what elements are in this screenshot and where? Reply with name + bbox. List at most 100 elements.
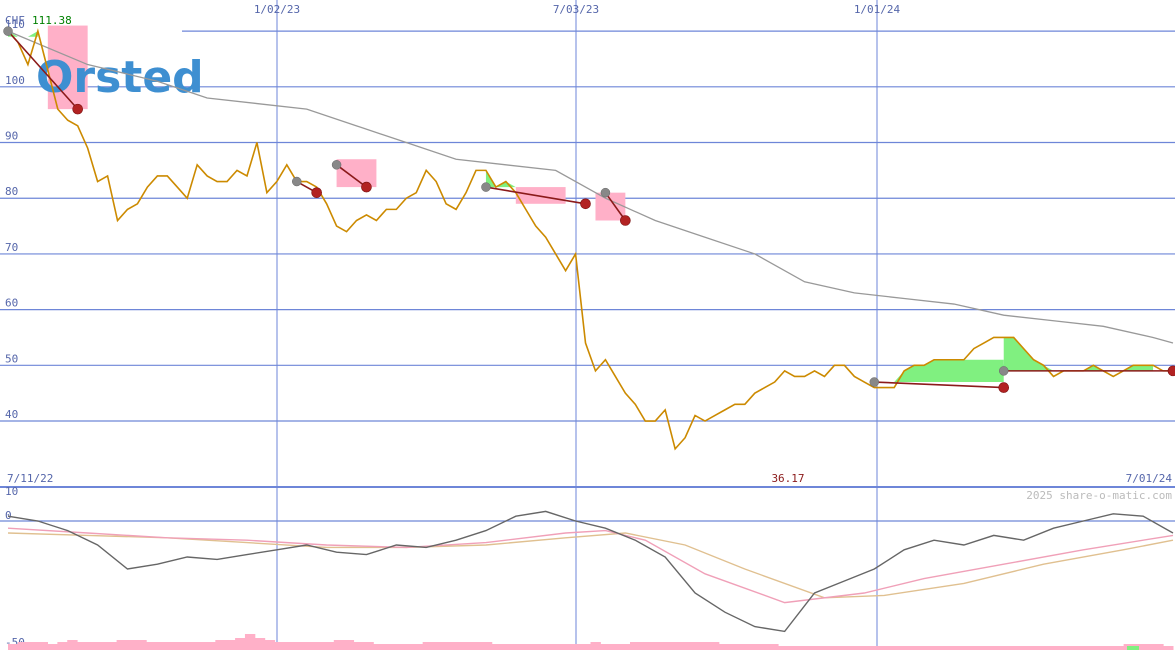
- volume-bar: [659, 642, 670, 650]
- volume-bar: [649, 642, 661, 650]
- volume-bar: [580, 644, 591, 650]
- trend-end-marker: [620, 215, 631, 226]
- volume-bar: [847, 646, 858, 650]
- volume-bar: [521, 644, 532, 650]
- volume-bar: [432, 642, 443, 650]
- volume-bar: [610, 644, 621, 650]
- volume-bar: [491, 644, 503, 650]
- volume-bar: [116, 640, 127, 650]
- volume-bar: [689, 642, 700, 650]
- volume-bar: [866, 646, 878, 650]
- volume-bar: [481, 642, 493, 650]
- trend-end-marker: [580, 198, 591, 210]
- volume-bar: [215, 640, 226, 650]
- volume-bar: [57, 642, 68, 650]
- volume-bar: [1153, 644, 1164, 650]
- volume-bar: [126, 640, 137, 650]
- volume-bar: [136, 640, 147, 650]
- trend-line: [874, 381, 1004, 389]
- volume-bar: [462, 642, 473, 650]
- volume-bar: [1015, 646, 1026, 650]
- volume-bar: [728, 644, 740, 650]
- volume-bar: [1024, 646, 1036, 650]
- osc-tick-label: 0: [5, 509, 12, 522]
- trend-start-marker: [331, 160, 342, 170]
- volume-bar: [96, 642, 108, 650]
- volume-bar: [669, 642, 680, 650]
- volume-bar: [787, 646, 799, 650]
- volume-bar: [1064, 646, 1075, 650]
- volume-bar: [77, 642, 88, 650]
- y-tick-label: 70: [5, 241, 18, 254]
- trend-end-marker: [998, 382, 1010, 393]
- volume-bar: [442, 642, 453, 650]
- volume-bar: [718, 644, 730, 650]
- volume-bar: [511, 644, 522, 650]
- volume-bar: [175, 642, 187, 650]
- volume-bar: [995, 646, 1006, 650]
- currency-label: CHF: [5, 14, 25, 27]
- volume-bar: [67, 640, 78, 650]
- volume-bar: [412, 644, 424, 650]
- x-tick-label: 1/02/23: [254, 3, 300, 16]
- volume-bar: [827, 646, 838, 650]
- volume-bar: [333, 640, 345, 650]
- volume-bar: [817, 646, 828, 650]
- osc-tick-label: 10: [5, 485, 18, 498]
- volume-bar: [896, 646, 907, 650]
- low-value-label: 36.17: [771, 472, 804, 485]
- volume-bar: [393, 644, 404, 650]
- volume-bar: [1094, 646, 1105, 650]
- volume-bar: [1113, 646, 1125, 650]
- volume-bar: [422, 642, 434, 650]
- logo-wordmark: Orsted: [36, 52, 204, 103]
- volume-bar: [975, 646, 986, 650]
- volume-bar: [679, 642, 690, 650]
- volume-bar: [402, 644, 414, 650]
- volume-bar: [235, 638, 246, 650]
- y-tick-label: 60: [5, 297, 18, 310]
- volume-bar: [886, 646, 898, 650]
- volume-bar: [314, 642, 325, 650]
- volume-bar: [106, 642, 118, 650]
- volume-bar: [738, 644, 749, 650]
- volume-bar: [205, 642, 216, 650]
- volume-bar: [343, 640, 355, 650]
- loss-zone: [336, 159, 377, 188]
- volume-bar: [945, 646, 957, 650]
- x-tick-label: 1/01/24: [854, 3, 901, 16]
- volume-bar: [1054, 646, 1065, 650]
- trend-end-marker: [1167, 365, 1175, 377]
- volume-bar: [27, 642, 39, 650]
- volume-bar: [560, 644, 572, 650]
- volume-bar: [195, 642, 206, 650]
- credit-label: 2025 share-o-matic.com: [1026, 489, 1172, 502]
- volume-bar: [373, 644, 384, 650]
- range-start-label: 7/11/22: [7, 472, 53, 485]
- y-tick-label: 50: [5, 352, 18, 365]
- volume-bar: [264, 640, 276, 650]
- volume-bar: [1044, 646, 1056, 650]
- volume-bar: [304, 642, 315, 650]
- trend-start-marker: [600, 187, 611, 198]
- volume-bar: [363, 642, 374, 650]
- loss-zone: [515, 187, 566, 204]
- volume-bar: [294, 642, 305, 650]
- volume-bar: [1163, 646, 1174, 650]
- volume-bar: [906, 646, 917, 650]
- volume-bar: [17, 642, 29, 650]
- y-tick-label: 90: [5, 130, 18, 143]
- volume-bar: [541, 644, 552, 650]
- trend-start-marker: [3, 26, 13, 36]
- volume-bar: [472, 642, 483, 650]
- grid-layer: 405060708090100110100-50: [0, 18, 1175, 649]
- volume-bar: [47, 644, 58, 650]
- trend-end-marker: [361, 181, 372, 193]
- volume-bar: [708, 642, 720, 650]
- y-tick-label: 100: [5, 74, 25, 87]
- volume-bar: [86, 642, 98, 650]
- volume-bar: [1074, 646, 1085, 650]
- trend-end-marker: [311, 187, 322, 198]
- volume-bar: [955, 646, 967, 650]
- oscillator-line: [7, 510, 1174, 633]
